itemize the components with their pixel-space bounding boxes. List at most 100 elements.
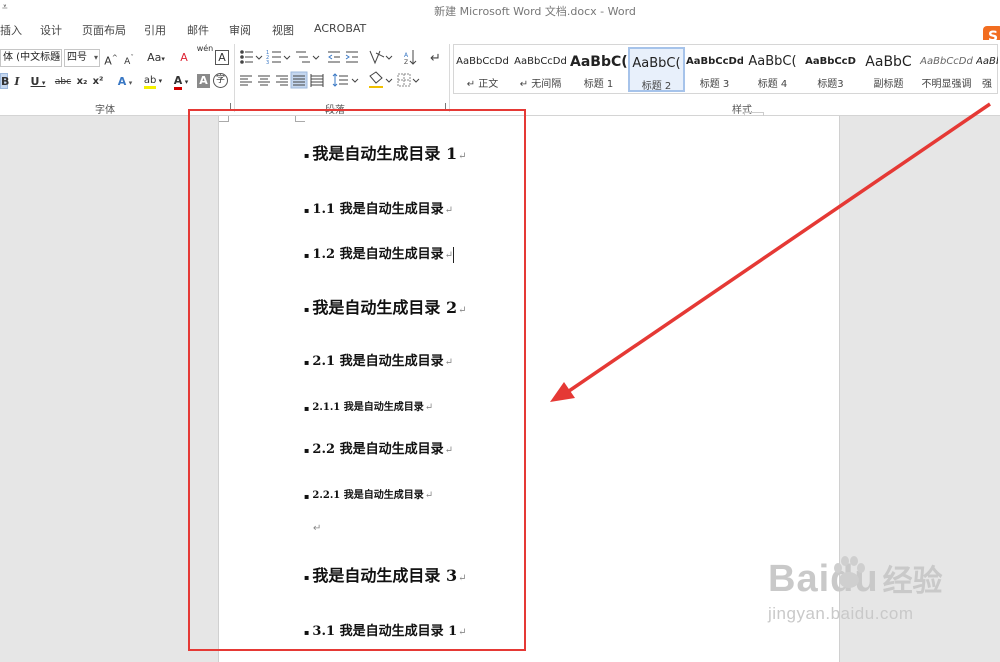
font-group-label: 字体 <box>95 105 115 116</box>
style-name: ↵ 无间隔 <box>519 79 562 90</box>
style-heading3-custom[interactable]: AaBbCcD 标题3 <box>802 47 859 92</box>
eraser-icon: A <box>180 51 188 64</box>
decrease-indent-icon[interactable] <box>328 51 340 63</box>
style-preview: AaBbC( <box>570 54 627 70</box>
numbering-icon[interactable]: 123 <box>266 50 291 66</box>
baidu-paw-icon <box>834 556 865 588</box>
style-preview: AaBbC <box>865 54 912 70</box>
style-preview: AaBbCcDd <box>514 56 567 67</box>
font-size-value: 四号 <box>67 52 87 63</box>
grow-font-icon: A <box>104 54 112 68</box>
style-subtle-emphasis[interactable]: AaBbCcDd 不明显强调 <box>918 47 975 92</box>
align-right-icon[interactable] <box>276 75 288 86</box>
font-name-value: 体 (中文标题 <box>3 52 61 63</box>
font-name-combo[interactable]: 体 (中文标题 ▾ <box>0 49 62 67</box>
enclose-characters-icon: 字 <box>215 75 225 85</box>
style-name: 标题 1 <box>583 79 614 90</box>
style-name: 副标题 <box>873 79 904 90</box>
show-formatting-marks-icon[interactable]: ↵ <box>430 51 441 66</box>
style-preview: AaBbCcDd <box>686 56 743 67</box>
style-preview: AaBbCcDd <box>920 56 973 67</box>
watermark-cn: 经验 <box>882 565 943 598</box>
tab-insert[interactable]: 插入 <box>0 22 22 38</box>
highlight-button[interactable]: ab ▾ <box>140 73 166 89</box>
shrink-font-button[interactable]: Aˇ <box>122 50 136 67</box>
paragraph-tools: 123 AZ ↵ <box>240 50 441 89</box>
sort-icon[interactable]: AZ <box>404 50 417 66</box>
strikethrough-icon: abc <box>54 77 72 87</box>
group-divider <box>449 44 450 112</box>
tab-mailings[interactable]: 邮件 <box>187 22 209 38</box>
italic-button[interactable]: I <box>11 74 23 90</box>
multilevel-list-icon[interactable] <box>296 51 320 63</box>
borders-icon[interactable] <box>397 73 420 87</box>
superscript-button[interactable]: x² <box>91 74 105 90</box>
styles-gallery: AaBbCcDd ↵ 正文 AaBbCcDd ↵ 无间隔 AaBbC( 标题 1… <box>453 44 998 94</box>
grow-font-button[interactable]: A^ <box>104 50 118 68</box>
chinese-layout-icon[interactable] <box>369 50 393 65</box>
superscript-icon: x² <box>92 76 104 87</box>
phonetic-guide-button[interactable]: wén <box>196 44 214 60</box>
highlighter-icon: ab <box>143 75 157 89</box>
style-preview: AaBbC( <box>748 54 797 69</box>
tab-design[interactable]: 设计 <box>40 22 62 38</box>
bullets-icon[interactable] <box>240 50 263 64</box>
style-preview: AaBbCcD <box>805 56 856 67</box>
style-heading-3[interactable]: AaBbCcDd 标题 3 <box>686 47 743 92</box>
style-normal[interactable]: AaBbCcDd ↵ 正文 <box>454 47 511 92</box>
style-name: 标题 2 <box>641 81 672 92</box>
chevron-down-icon: ▾ <box>93 53 98 62</box>
tab-acrobat[interactable]: ACROBAT <box>314 22 366 35</box>
style-preview: AaBb <box>976 56 998 67</box>
tab-view[interactable]: 视图 <box>272 22 294 38</box>
style-name: ↵ 正文 <box>466 79 499 90</box>
style-heading-2[interactable]: AaBbC( 标题 2 <box>628 47 685 92</box>
phonetic-guide-icon: wén <box>196 44 214 53</box>
style-heading-1[interactable]: AaBbC( 标题 1 <box>570 47 627 92</box>
ribbon: 体 (中文标题 ▾ 四号 ▾ A^ Aˇ Aa▾ A wén A B I U ▾ a… <box>0 40 1000 116</box>
align-center-icon[interactable] <box>258 75 270 86</box>
svg-text:Z: Z <box>404 59 408 66</box>
tab-page-layout[interactable]: 页面布局 <box>82 22 126 38</box>
title-bar: ⩡ 新建 Microsoft Word 文档.docx - Word <box>0 0 1000 20</box>
text-effects-button[interactable]: A ▾ <box>114 74 136 90</box>
change-case-button[interactable]: Aa▾ <box>143 50 169 66</box>
style-no-spacing[interactable]: AaBbCcDd ↵ 无间隔 <box>512 47 569 92</box>
style-heading-4[interactable]: AaBbC( 标题 4 <box>744 47 801 92</box>
strikethrough-button[interactable]: abc <box>53 74 73 90</box>
bold-button[interactable]: B <box>0 73 9 89</box>
font-color-button[interactable]: A ▾ <box>169 73 193 90</box>
character-shading-button[interactable]: A <box>197 74 210 88</box>
font-size-combo[interactable]: 四号 ▾ <box>64 49 100 67</box>
style-name: 不明显强调 <box>921 79 972 90</box>
style-preview: AaBbCcDd <box>456 56 509 67</box>
subscript-button[interactable]: x₂ <box>75 74 89 90</box>
character-border-icon: A <box>218 51 226 64</box>
clear-format-button[interactable]: A <box>176 50 192 66</box>
style-emphasis[interactable]: AaBb 强 <box>976 47 998 92</box>
group-divider <box>234 44 235 112</box>
subscript-icon: x₂ <box>76 76 88 87</box>
line-spacing-icon[interactable] <box>332 73 359 87</box>
style-preview: AaBbC( <box>632 56 681 71</box>
style-subtitle[interactable]: AaBbC 副标题 <box>860 47 917 92</box>
font-color-icon: A <box>173 74 183 90</box>
chevron-down-icon: ▾ <box>55 53 60 62</box>
text-effects-icon: A <box>117 75 127 88</box>
change-case-icon: Aa <box>147 51 162 64</box>
enclose-characters-button[interactable]: 字 <box>213 73 228 88</box>
underline-button[interactable]: U ▾ <box>27 74 49 90</box>
distributed-icon[interactable] <box>310 74 324 87</box>
increase-indent-icon[interactable] <box>345 51 358 63</box>
italic-icon: I <box>14 75 20 88</box>
window-title: 新建 Microsoft Word 文档.docx - Word <box>434 5 636 18</box>
watermark-url: jingyan.baidu.com <box>768 604 914 623</box>
character-border-button[interactable]: A <box>215 50 229 65</box>
align-left-icon[interactable] <box>240 75 252 86</box>
tab-references[interactable]: 引用 <box>144 22 166 38</box>
tab-review[interactable]: 审阅 <box>229 22 251 38</box>
justify-selected-bg <box>290 71 308 89</box>
svg-text:↵: ↵ <box>430 51 441 66</box>
shading-bucket-icon[interactable] <box>369 71 393 88</box>
svg-text:A: A <box>404 52 409 59</box>
